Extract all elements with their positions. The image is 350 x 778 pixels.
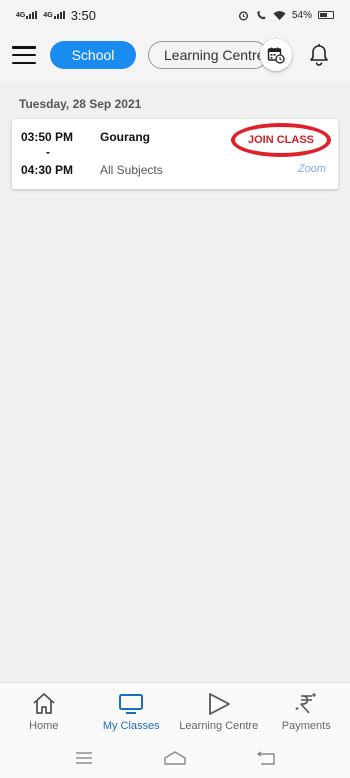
class-subject: All Subjects — [100, 163, 163, 177]
nav-payments-label: Payments — [281, 720, 331, 732]
bottom-nav: Home My Classes Learning Centre Payments — [0, 682, 350, 738]
nav-my-classes[interactable]: My Classes — [88, 683, 176, 738]
class-end-time: 04:30 PM — [21, 163, 74, 177]
back-icon[interactable] — [256, 751, 275, 765]
status-right: 54% — [238, 10, 334, 21]
class-start-time: 03:50 PM — [21, 130, 74, 144]
signal-1: 4G — [16, 11, 38, 19]
battery-icon — [318, 11, 334, 19]
recent-apps-icon[interactable] — [75, 752, 93, 764]
home-icon — [33, 693, 55, 714]
time-separator: - — [46, 145, 50, 159]
signal-2: 4G — [43, 11, 65, 19]
tab-learning-centre[interactable]: Learning Centre — [148, 41, 268, 69]
nav-my-classes-label: My Classes — [102, 720, 160, 732]
signal-bars-icon — [26, 11, 38, 19]
class-card: 03:50 PM - 04:30 PM Gourang All Subjects… — [12, 119, 338, 189]
calendar-button[interactable] — [260, 39, 292, 71]
teacher-name: Gourang — [100, 130, 150, 144]
nav-learning-centre-label: Learning Centre — [179, 720, 259, 732]
status-time: 3:50 — [70, 7, 96, 23]
nav-home-label: Home — [29, 720, 59, 732]
monitor-icon — [119, 694, 144, 714]
menu-icon[interactable] — [12, 46, 36, 64]
battery-percent: 54% — [291, 9, 312, 21]
bell-icon[interactable] — [308, 43, 330, 67]
join-class-button[interactable]: JOIN CLASS — [231, 123, 331, 157]
nav-learning-centre[interactable]: Learning Centre — [175, 683, 263, 738]
home-nav-icon[interactable] — [164, 751, 186, 765]
alarm-icon — [238, 10, 249, 20]
top-header: School Learning Centre — [0, 30, 350, 82]
wifi-icon — [273, 10, 286, 20]
nav-home[interactable]: Home — [0, 683, 88, 738]
status-bar: 4G 4G 3:50 54% — [0, 0, 350, 30]
schedule-date: Tuesday, 28 Sep 2021 — [19, 97, 142, 111]
calendar-clock-icon — [267, 47, 285, 64]
nav-payments[interactable]: Payments — [263, 683, 350, 738]
platform-label: Zoom — [297, 163, 326, 175]
tab-school[interactable]: School — [50, 41, 136, 69]
network-label-2: 4G — [43, 12, 53, 19]
signal-bars-icon — [53, 11, 65, 19]
network-label-1: 4G — [16, 12, 26, 19]
wifi-call-icon — [257, 10, 266, 19]
rupee-icon — [295, 693, 317, 714]
play-icon — [208, 693, 230, 715]
system-nav-bar — [0, 738, 350, 778]
